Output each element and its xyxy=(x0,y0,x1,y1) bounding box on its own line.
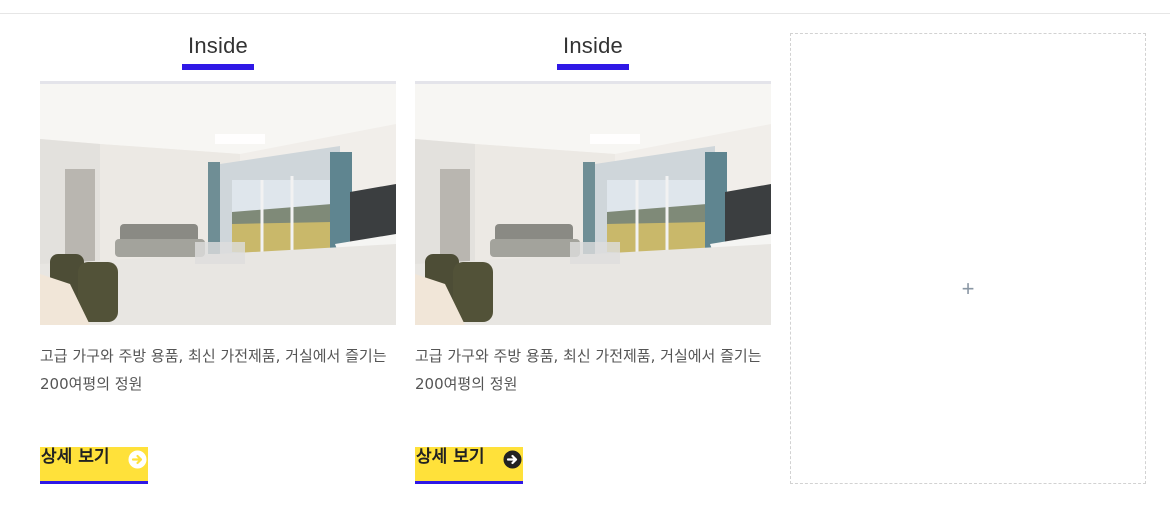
view-details-button[interactable]: 상세 보기 xyxy=(415,447,523,484)
add-card-slot[interactable]: + xyxy=(790,33,1146,484)
title-underline xyxy=(182,64,254,70)
card-title: Inside xyxy=(563,33,623,58)
room-card: Inside 고급 가구와 주방 용품, 최신 가전제품, 거실에서 즐기는 2… xyxy=(415,0,771,531)
arrow-right-circle-icon xyxy=(503,450,522,469)
view-details-button[interactable]: 상세 보기 xyxy=(40,447,148,484)
room-photo[interactable] xyxy=(40,81,396,325)
room-card: Inside 고급 가구와 주방 용품, 최신 가전제품, 거실에서 즐기는 2… xyxy=(40,0,396,531)
room-photo[interactable] xyxy=(415,81,771,325)
view-details-label: 상세 보기 xyxy=(416,447,485,467)
card-description: 고급 가구와 주방 용품, 최신 가전제품, 거실에서 즐기는 200여평의 정… xyxy=(40,347,387,393)
card-title: Inside xyxy=(188,33,248,58)
living-room-image xyxy=(40,84,396,325)
arrow-right-circle-icon xyxy=(128,450,147,469)
view-details-label: 상세 보기 xyxy=(41,447,110,467)
title-underline xyxy=(557,64,629,70)
living-room-image xyxy=(415,84,771,325)
card-description: 고급 가구와 주방 용품, 최신 가전제품, 거실에서 즐기는 200여평의 정… xyxy=(415,347,762,393)
plus-icon[interactable]: + xyxy=(791,277,1145,301)
